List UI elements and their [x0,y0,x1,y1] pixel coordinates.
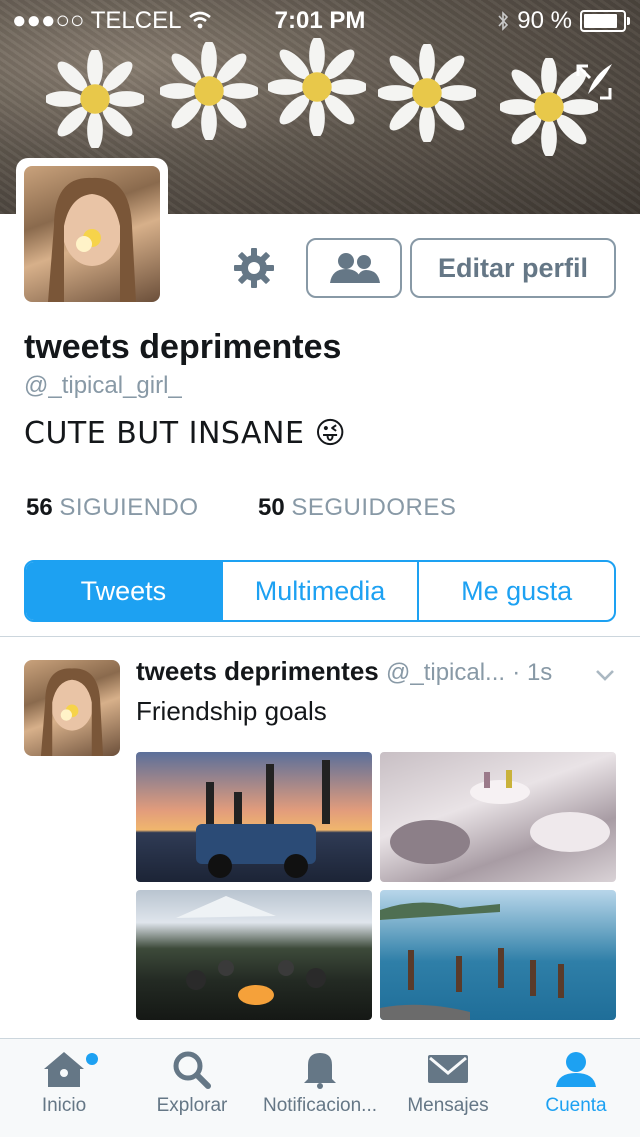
profile-name: tweets deprimentes [24,328,342,366]
divider [0,636,640,637]
bluetooth-icon [498,11,509,31]
nav-messages[interactable]: Mensajes [384,1049,512,1117]
tweet-media-4[interactable] [380,890,616,1020]
tweet-time: · 1s [512,659,553,686]
people-icon [330,253,380,283]
daisy-image [46,50,144,148]
avatar-photo [48,177,136,302]
daisy-image [268,38,366,136]
tweet-media-2[interactable] [380,752,616,882]
nav-account-label: Cuenta [545,1095,607,1116]
profile-handle: @_tipical_girl_ [24,372,182,399]
following-count: 56 [26,494,53,521]
tweet-avatar[interactable] [24,660,120,756]
tweet-author-handle[interactable]: @_tipical... [386,659,505,686]
followers-count: 50 [258,494,285,521]
daisy-image [160,42,258,140]
tweet-media-1[interactable] [136,752,372,882]
bottom-tab-bar: Inicio Explorar Notificacion... Mensajes… [0,1038,640,1137]
chevron-down-icon[interactable] [594,664,616,686]
bell-icon [304,1053,336,1089]
avatar[interactable] [24,166,160,302]
nav-messages-label: Mensajes [407,1095,489,1116]
nav-notifications-label: Notificacion... [262,1095,378,1116]
tweet-author-name[interactable]: tweets deprimentes [136,656,379,686]
edit-profile-button[interactable]: Editar perfil [410,238,616,298]
nav-notifications[interactable]: Notificacion... [256,1049,384,1117]
profile-bio: CUTE BUT INSANE 😜 [24,416,347,451]
person-icon [556,1052,596,1087]
settings-gear-icon[interactable] [232,246,276,290]
following-label: SIGUIENDO [59,494,199,521]
tab-multimedia[interactable]: Multimedia [220,562,418,620]
following-stat[interactable]: 56 SIGUIENDO [26,494,199,522]
tweet-header: tweets deprimentes @_tipical... · 1s [136,656,620,687]
home-icon [44,1052,84,1087]
cliff-jump-image [380,902,564,1020]
notification-dot [86,1053,98,1065]
jeep-sunset-image [196,760,330,878]
tweet-media-3[interactable] [136,890,372,1020]
profile-tabs: Tweets Multimedia Me gusta [24,560,616,622]
followers-stat[interactable]: 50 SEGUIDORES [258,494,456,522]
sleepover-image [390,770,610,864]
search-icon [173,1051,211,1089]
lists-button[interactable] [306,238,402,298]
tweet-avatar-photo [40,668,104,756]
nav-home[interactable]: Inicio [0,1049,128,1117]
nav-explore-label: Explorar [156,1095,228,1116]
campfire-image [176,896,326,1005]
tab-tweets[interactable]: Tweets [26,562,221,620]
nav-explore[interactable]: Explorar [128,1049,256,1117]
daisy-image [378,44,476,142]
followers-label: SEGUIDORES [291,494,457,521]
edit-header-icon[interactable] [572,60,616,104]
tweet-text: Friendship goals [136,696,327,726]
battery-percent: 90 % [517,7,572,34]
nav-home-label: Inicio [41,1095,87,1116]
nav-account[interactable]: Cuenta [512,1049,640,1117]
battery-status: 90 % [497,7,630,35]
status-bar: ●●●○○ TELCEL 7:01 PM 90 % [0,0,640,40]
tab-likes[interactable]: Me gusta [417,562,614,620]
envelope-icon [428,1055,468,1083]
battery-icon [580,10,630,32]
